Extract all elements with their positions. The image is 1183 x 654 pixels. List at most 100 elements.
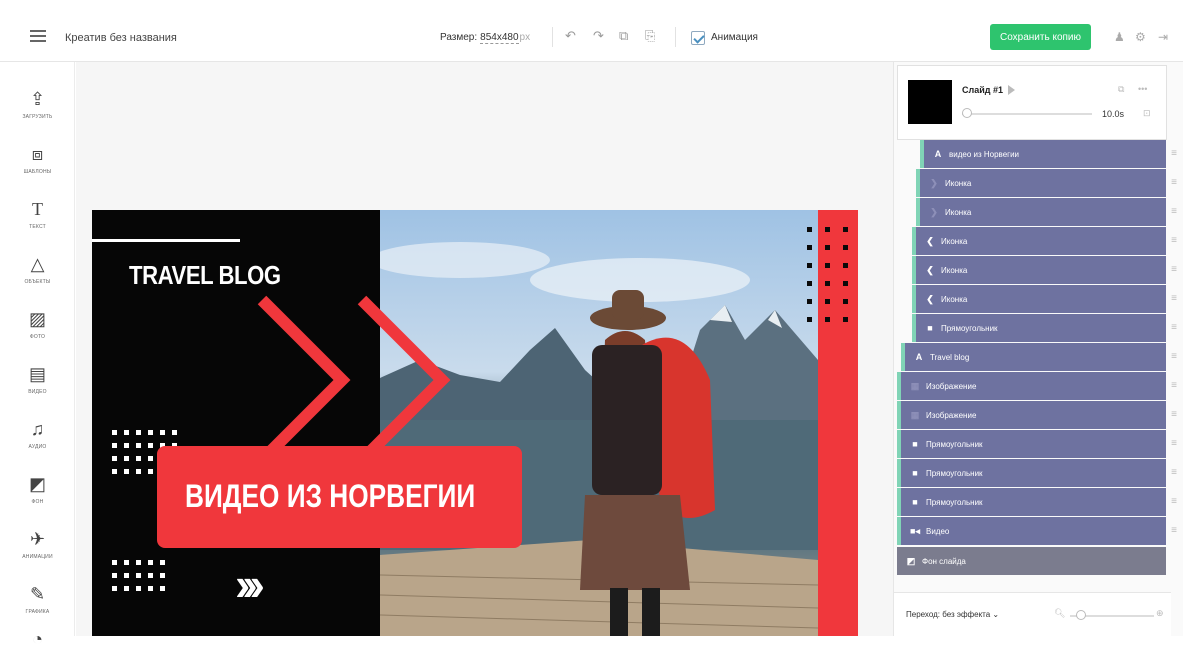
copy-icon[interactable]: ⧉: [619, 28, 628, 44]
slide-duration[interactable]: 10.0s: [1102, 109, 1124, 119]
dot-grid-red[interactable]: [805, 225, 858, 335]
copy-icon[interactable]: ⧉: [1118, 84, 1124, 95]
white-arrows-icon[interactable]: ›››: [235, 557, 265, 611]
layer-label: Прямоугольник: [926, 498, 983, 507]
drag-handle-icon[interactable]: ≡: [1168, 169, 1180, 197]
duration-knob[interactable]: [962, 108, 972, 118]
tool-text[interactable]: T ТЕКСТ: [0, 182, 75, 237]
animation-checkbox[interactable]: [691, 31, 705, 45]
layer-label: Иконка: [945, 179, 972, 188]
layer-item[interactable]: ❮ Иконка: [912, 227, 1166, 255]
slide-canvas[interactable]: TRAVEL BLOG ВИДЕО ИЗ НОРВЕГИИ ›››: [92, 210, 858, 636]
image-grid-icon: ▦: [910, 381, 920, 391]
more-icon[interactable]: •••: [1138, 84, 1147, 94]
bell-icon[interactable]: ♟: [1114, 30, 1125, 44]
divider: [675, 27, 676, 47]
drag-handle-icon[interactable]: ≡: [1168, 488, 1180, 516]
document-title[interactable]: Креатив без названия: [65, 32, 177, 44]
zoom-knob[interactable]: [1076, 610, 1086, 620]
size-value[interactable]: 854x480: [480, 32, 519, 44]
layer-item[interactable]: ▦ Изображение: [897, 401, 1166, 429]
divider: [552, 27, 553, 47]
layer-item[interactable]: ◩ Фон слайда: [897, 547, 1166, 575]
drag-handle-icon[interactable]: ≡: [1168, 459, 1180, 487]
layer-item[interactable]: ■ Прямоугольник: [912, 314, 1166, 342]
tool-video[interactable]: ▤ ВИДЕО: [0, 347, 75, 402]
zoom-in-icon[interactable]: ⊕: [1156, 608, 1164, 619]
tool-background[interactable]: ◩ ФОН: [0, 457, 75, 512]
drag-handle-icon[interactable]: ≡: [1168, 372, 1180, 400]
white-line[interactable]: [92, 239, 240, 242]
tool-label: ФОТО: [29, 334, 46, 340]
size-control: Размер: 854x480px: [440, 32, 531, 44]
graphics-icon: ✎: [29, 584, 46, 604]
slide-thumbnail[interactable]: [908, 80, 952, 124]
chevron-outline-shapes[interactable]: [247, 295, 467, 470]
undo-icon[interactable]: ↶: [565, 28, 576, 44]
banner-title[interactable]: ВИДЕО ИЗ НОРВЕГИИ: [185, 478, 475, 515]
redo-icon[interactable]: ↷: [593, 28, 604, 44]
objects-icon: △: [30, 254, 45, 274]
layer-item[interactable]: Aвидео из Норвегии: [920, 140, 1166, 168]
layer-label: Иконка: [945, 208, 972, 217]
lock-icon[interactable]: ⊡: [1143, 108, 1151, 119]
layer-item[interactable]: ❯ Иконка: [916, 198, 1166, 226]
drag-handle-icon[interactable]: ≡: [1168, 227, 1180, 255]
drag-handle-icon[interactable]: ≡: [1168, 314, 1180, 342]
layer-item[interactable]: ▦ Изображение: [897, 372, 1166, 400]
drag-handle-icon[interactable]: ≡: [1168, 285, 1180, 313]
tool-label: ЗАГРУЗИТЬ: [22, 114, 53, 120]
tool-upload[interactable]: ⇪ ЗАГРУЗИТЬ: [0, 72, 75, 127]
slide-card[interactable]: Слайд #1 ⧉ ••• 10.0s ⊡: [897, 65, 1167, 140]
slide-name[interactable]: Слайд #1: [962, 85, 1003, 95]
transition-select[interactable]: Переход: без эффекта ⌄: [906, 610, 999, 619]
drag-handle-icon[interactable]: ≡: [1168, 401, 1180, 429]
tool-templates[interactable]: ⧈ ШАБЛОНЫ: [0, 127, 75, 182]
upload-icon: ⇪: [29, 89, 46, 109]
text-icon: T: [32, 199, 43, 219]
drag-handle-icon[interactable]: ≡: [1168, 517, 1180, 545]
drag-handle-icon[interactable]: ≡: [1168, 198, 1180, 226]
gear-icon[interactable]: ⚙: [1135, 30, 1146, 44]
tool-animations[interactable]: ✈ АНИМАЦИИ: [0, 512, 75, 567]
chevron-left-icon: ❮: [926, 265, 934, 275]
tool-audio[interactable]: ♫ АУДИО: [0, 402, 75, 457]
drag-handle-icon[interactable]: ≡: [1168, 430, 1180, 458]
duration-track[interactable]: [962, 113, 1092, 115]
hamburger-icon[interactable]: [30, 30, 46, 42]
play-icon[interactable]: [1008, 85, 1015, 95]
layer-item[interactable]: ■ Прямоугольник: [897, 459, 1166, 487]
layer-label: Фон слайда: [922, 557, 966, 566]
layer-item[interactable]: A Travel blog: [901, 343, 1166, 371]
layer-label: Видео: [926, 527, 950, 536]
layer-item[interactable]: ❮ Иконка: [912, 285, 1166, 313]
layers-panel: Слайд #1 ⧉ ••• 10.0s ⊡ Aвидео из Норвеги…: [893, 62, 1183, 636]
drag-handle-icon[interactable]: ≡: [1168, 256, 1180, 284]
transition-bar: Переход: без эффекта ⌄ 🔍︎ ⊕: [894, 592, 1171, 636]
layer-item[interactable]: ❮ Иконка: [912, 256, 1166, 284]
logout-icon[interactable]: ⇥: [1158, 30, 1168, 44]
tool-label: ШАБЛОНЫ: [23, 169, 52, 175]
drag-handle-icon[interactable]: ≡: [1168, 343, 1180, 371]
layer-item[interactable]: ❯ Иконка: [916, 169, 1166, 197]
layer-label: Иконка: [941, 295, 968, 304]
rectangle-icon: ■: [912, 468, 918, 478]
zoom-out-icon[interactable]: 🔍︎: [1054, 608, 1065, 619]
size-unit: px: [519, 32, 531, 43]
background-icon: ◩: [906, 556, 916, 566]
animation-label: Анимация: [711, 32, 758, 43]
layer-label: Прямоугольник: [926, 469, 983, 478]
save-copy-button[interactable]: Сохранить копию: [990, 24, 1091, 50]
tool-photo[interactable]: ▨ ФОТО: [0, 292, 75, 347]
travel-blog-heading[interactable]: TRAVEL BLOG: [129, 260, 281, 291]
layer-item[interactable]: ■ Прямоугольник: [897, 430, 1166, 458]
layer-label: Изображение: [926, 411, 977, 420]
drag-handle-icon[interactable]: ≡: [1168, 140, 1180, 168]
layer-item[interactable]: ■◂ Видео: [897, 517, 1166, 545]
tool-objects[interactable]: △ ОБЪЕКТЫ: [0, 237, 75, 292]
layer-item[interactable]: ■ Прямоугольник: [897, 488, 1166, 516]
templates-icon: ⧈: [31, 144, 44, 164]
paste-icon[interactable]: ⎘: [645, 28, 655, 44]
rectangle-icon: ■: [912, 439, 918, 449]
tool-more[interactable]: ◔: [0, 612, 75, 649]
